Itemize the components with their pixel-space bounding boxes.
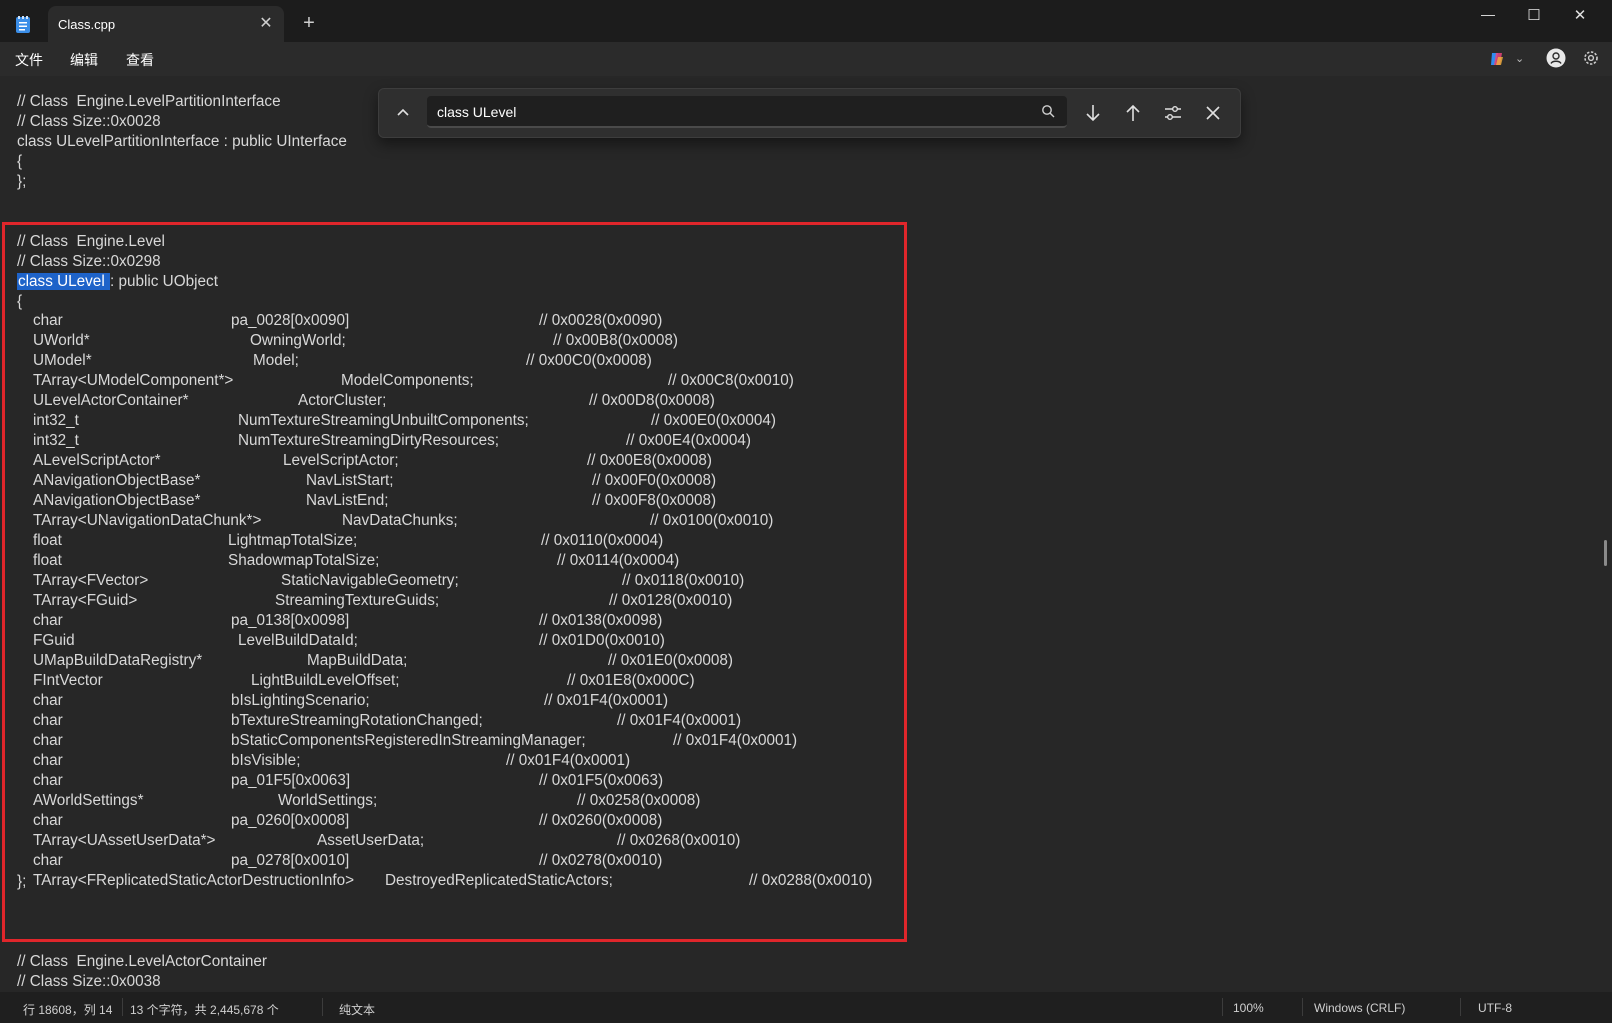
selection-count: 13 个字符，共 2,445,678 个 [130, 1003, 279, 1017]
menu-file[interactable]: 文件 [15, 50, 43, 70]
text-format[interactable]: 纯文本 [339, 1001, 375, 1018]
vertical-scrollbar-thumb[interactable] [1604, 540, 1607, 566]
account-icon[interactable] [1546, 48, 1566, 68]
find-bar [378, 88, 1241, 138]
new-tab-button[interactable]: + [298, 12, 320, 34]
find-field[interactable] [427, 96, 1067, 128]
encoding[interactable]: UTF-8 [1478, 1001, 1512, 1015]
code-line: // Class Size::0x0038 [17, 973, 161, 990]
close-icon[interactable] [1201, 101, 1225, 125]
find-input[interactable] [437, 102, 1027, 122]
status-bar: 行 18608，列 14 13 个字符，共 2,445,678 个 纯文本 10… [0, 992, 1612, 1023]
close-window-button[interactable]: ✕ [1560, 6, 1600, 32]
status-divider [122, 998, 123, 1016]
tab-class-cpp[interactable]: Class.cpp ✕ [48, 6, 284, 42]
menu-edit[interactable]: 编辑 [70, 50, 98, 70]
cursor-position: 行 18608，列 14 [23, 1003, 113, 1017]
menu-bar: 文件 编辑 查看 [0, 42, 1612, 76]
status-divider [322, 998, 323, 1016]
options-sliders-icon[interactable] [1161, 101, 1185, 125]
code-block-level-actor-container: // Class Engine.LevelActorContainer // Cl… [17, 952, 267, 992]
arrow-up-icon[interactable] [1121, 101, 1145, 125]
search-icon[interactable] [1041, 104, 1055, 118]
line-ending[interactable]: Windows (CRLF) [1314, 1001, 1405, 1015]
tab-title: Class.cpp [58, 17, 116, 32]
copilot-icon[interactable] [1489, 51, 1505, 67]
tab-close-button[interactable]: ✕ [256, 14, 276, 34]
status-divider [1460, 998, 1461, 1016]
code-block-level-partition-interface: // Class Engine.LevelPartitionInterface /… [17, 92, 347, 192]
maximize-button[interactable]: ☐ [1514, 6, 1554, 32]
minimize-button[interactable]: — [1468, 6, 1508, 32]
code-line: }; [17, 173, 27, 190]
editor-text-area[interactable]: // Class Engine.LevelPartitionInterface /… [0, 76, 1596, 992]
code-line: { [17, 153, 23, 170]
status-divider [1302, 998, 1303, 1016]
menu-view[interactable]: 查看 [126, 50, 154, 70]
status-divider [1222, 998, 1223, 1016]
code-line: // Class Size::0x0028 [17, 113, 161, 130]
annotation-highlight-box [2, 222, 907, 942]
code-line: // Class Engine.LevelActorContainer [17, 953, 267, 970]
chevron-down-icon[interactable]: ⌄ [1515, 52, 1524, 65]
code-line: class ULevelPartitionInterface : public … [17, 133, 347, 150]
code-line: // Class Engine.LevelPartitionInterface [17, 93, 281, 110]
gear-icon[interactable] [1582, 49, 1600, 67]
notepad-app-icon [16, 16, 30, 33]
title-bar: Class.cpp ✕ + — ☐ ✕ [0, 0, 1612, 42]
zoom-level[interactable]: 100% [1233, 1001, 1264, 1015]
arrow-down-icon[interactable] [1081, 101, 1105, 125]
chevron-up-icon[interactable] [391, 101, 415, 125]
